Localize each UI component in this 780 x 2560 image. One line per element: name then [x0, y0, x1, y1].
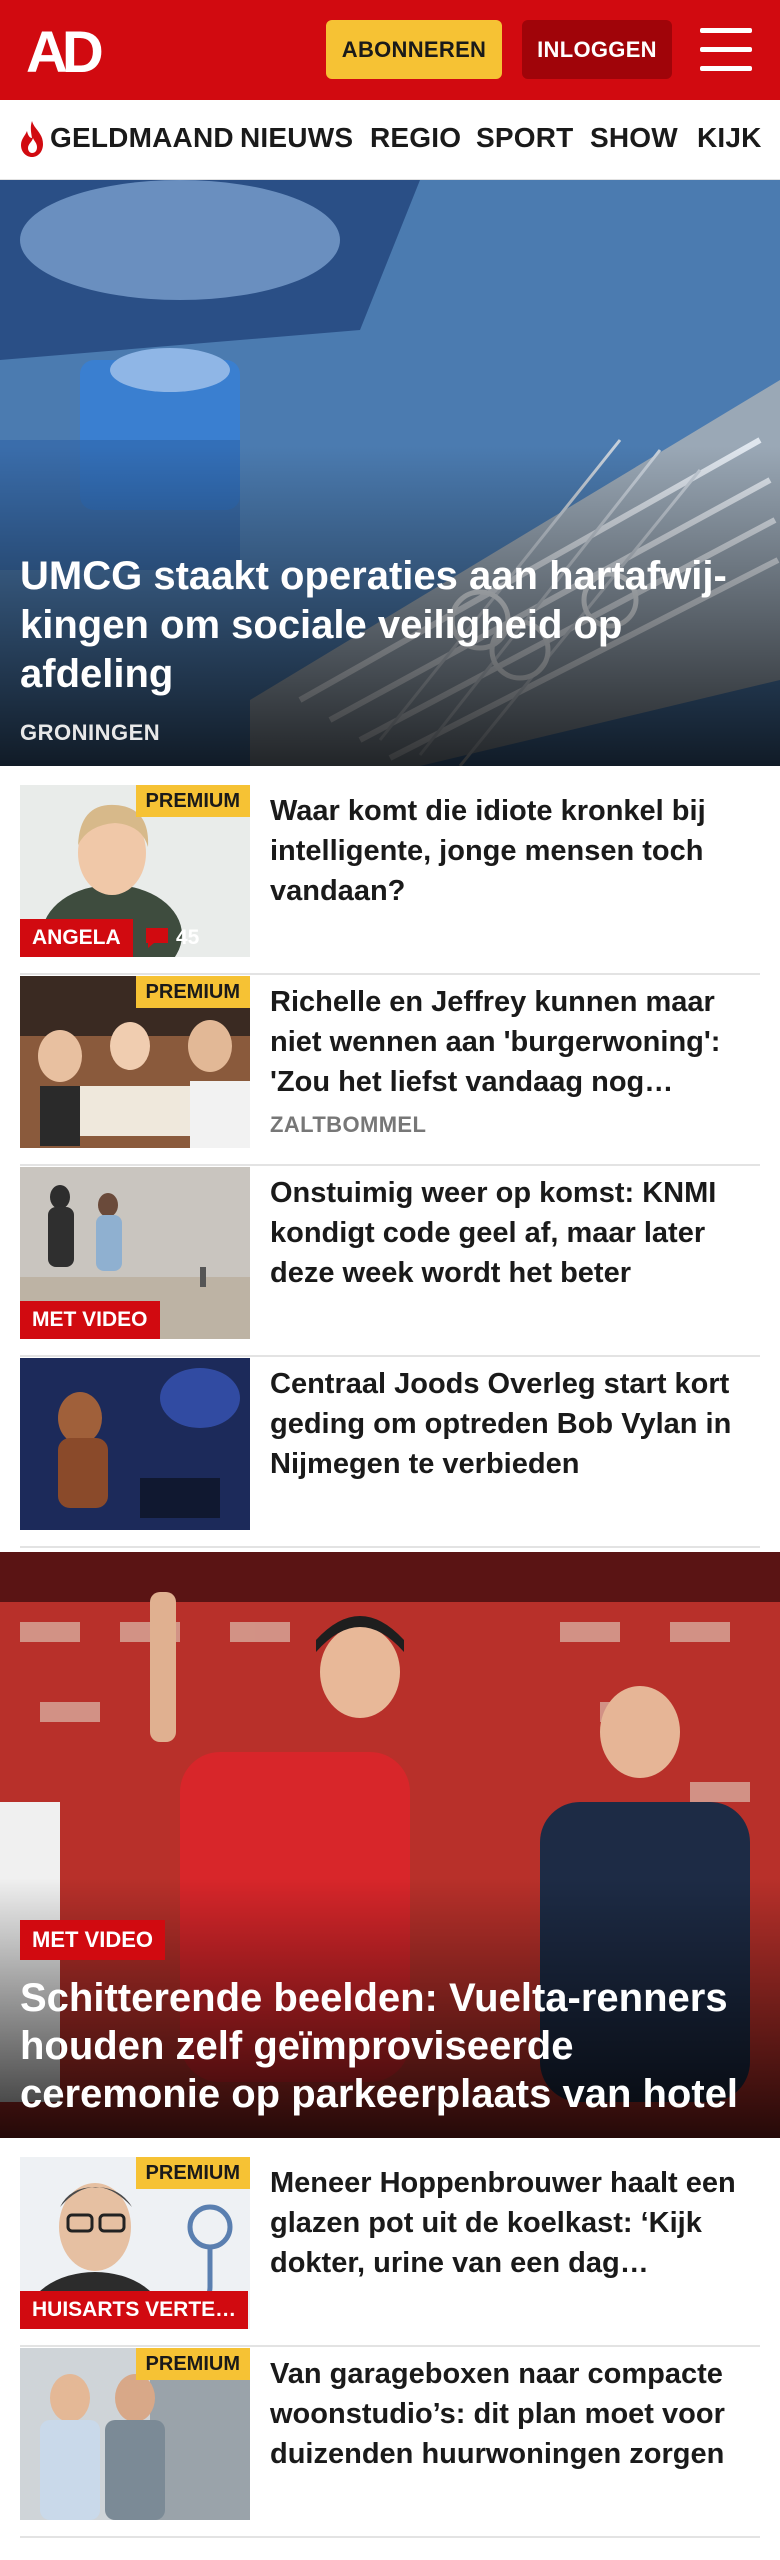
- list-item[interactable]: MET VIDEO Onstuimig weer op komst: KNMI …: [20, 1167, 760, 1357]
- list-item[interactable]: Centraal Joods Overleg start kort geding…: [20, 1358, 760, 1548]
- hero-article[interactable]: UMCG staakt operaties aan hartafwij­king…: [0, 180, 780, 766]
- article-thumbnail: PREMIUM: [20, 976, 250, 1148]
- main-nav: GELDMAAND NIEUWS REGIO SPORT SHOW KIJK: [0, 100, 780, 180]
- hero-title[interactable]: UMCG staakt operaties aan hartafwij­king…: [20, 552, 760, 699]
- top-bar: AD ABONNEREN INLOGGEN: [0, 0, 780, 100]
- nav-item-regio[interactable]: REGIO: [370, 122, 461, 154]
- premium-badge: PREMIUM: [135, 785, 250, 817]
- nav-item-kijk[interactable]: KIJK: [697, 122, 762, 154]
- article-thumbnail: PREMIUM: [20, 2348, 250, 2520]
- premium-badge: PREMIUM: [135, 976, 250, 1008]
- comment-icon: [146, 928, 168, 948]
- article-thumbnail: [20, 1358, 250, 1530]
- list-item[interactable]: PREMIUM HUISARTS VERTE… Meneer Hoppenbro…: [20, 2157, 760, 2347]
- premium-badge: PREMIUM: [135, 2348, 250, 2380]
- list-item[interactable]: PREMIUM Van garageboxen naar compacte wo…: [20, 2348, 760, 2538]
- list-item[interactable]: PREMIUM ANGELA 45 Waar komt die idiote k…: [20, 785, 760, 975]
- article-thumbnail: MET VIDEO: [20, 1167, 250, 1339]
- author-label: ANGELA: [20, 919, 133, 957]
- subscribe-button[interactable]: ABONNEREN: [326, 20, 502, 79]
- login-button[interactable]: INLOGGEN: [522, 20, 672, 79]
- section-label: HUISARTS VERTE…: [20, 2291, 249, 2329]
- flame-icon: [21, 121, 43, 157]
- article-title[interactable]: Richelle en Jeffrey kunnen maar niet wen…: [270, 982, 760, 1102]
- video-badge: MET VIDEO: [20, 1301, 160, 1339]
- menu-icon[interactable]: [700, 28, 752, 72]
- video-badge: MET VIDEO: [20, 1920, 166, 1960]
- article-title[interactable]: Centraal Joods Overleg start kort geding…: [270, 1364, 760, 1484]
- article-thumbnail: PREMIUM ANGELA 45: [20, 785, 250, 957]
- article-kicker: ZALTBOMMEL: [270, 1112, 427, 1137]
- comment-count[interactable]: 45: [144, 919, 199, 957]
- logo-text: AD: [26, 22, 102, 78]
- video-hero-article[interactable]: MET VIDEO Schitterende beelden: Vuelta-r…: [0, 1552, 780, 2138]
- article-thumbnail: PREMIUM HUISARTS VERTE…: [20, 2157, 250, 2329]
- hero-kicker: GRONINGEN: [20, 720, 161, 745]
- article-title[interactable]: Onstuimig weer op komst: KNMI kondigt co…: [270, 1173, 760, 1293]
- nav-item-show[interactable]: SHOW: [590, 122, 678, 154]
- article-title[interactable]: Meneer Hoppenbrouwer haalt een glazen po…: [270, 2163, 760, 2283]
- list-item[interactable]: PREMIUM Richelle en Jeffrey kunnen maar …: [20, 976, 760, 1166]
- nav-item-geldmaand[interactable]: GELDMAAND: [50, 122, 234, 154]
- comment-count-value: 45: [176, 926, 200, 949]
- premium-badge: PREMIUM: [135, 2157, 250, 2189]
- ad-logo[interactable]: AD: [26, 22, 116, 78]
- article-title[interactable]: Waar komt die idiote kronkel bij intelli…: [270, 791, 760, 911]
- nav-item-sport[interactable]: SPORT: [476, 122, 573, 154]
- article-title[interactable]: Van garageboxen naar compacte woonstudio…: [270, 2354, 760, 2474]
- video-hero-title[interactable]: Schitterende beelden: Vuelta-renners hou…: [20, 1974, 770, 2118]
- nav-item-nieuws[interactable]: NIEUWS: [240, 122, 353, 154]
